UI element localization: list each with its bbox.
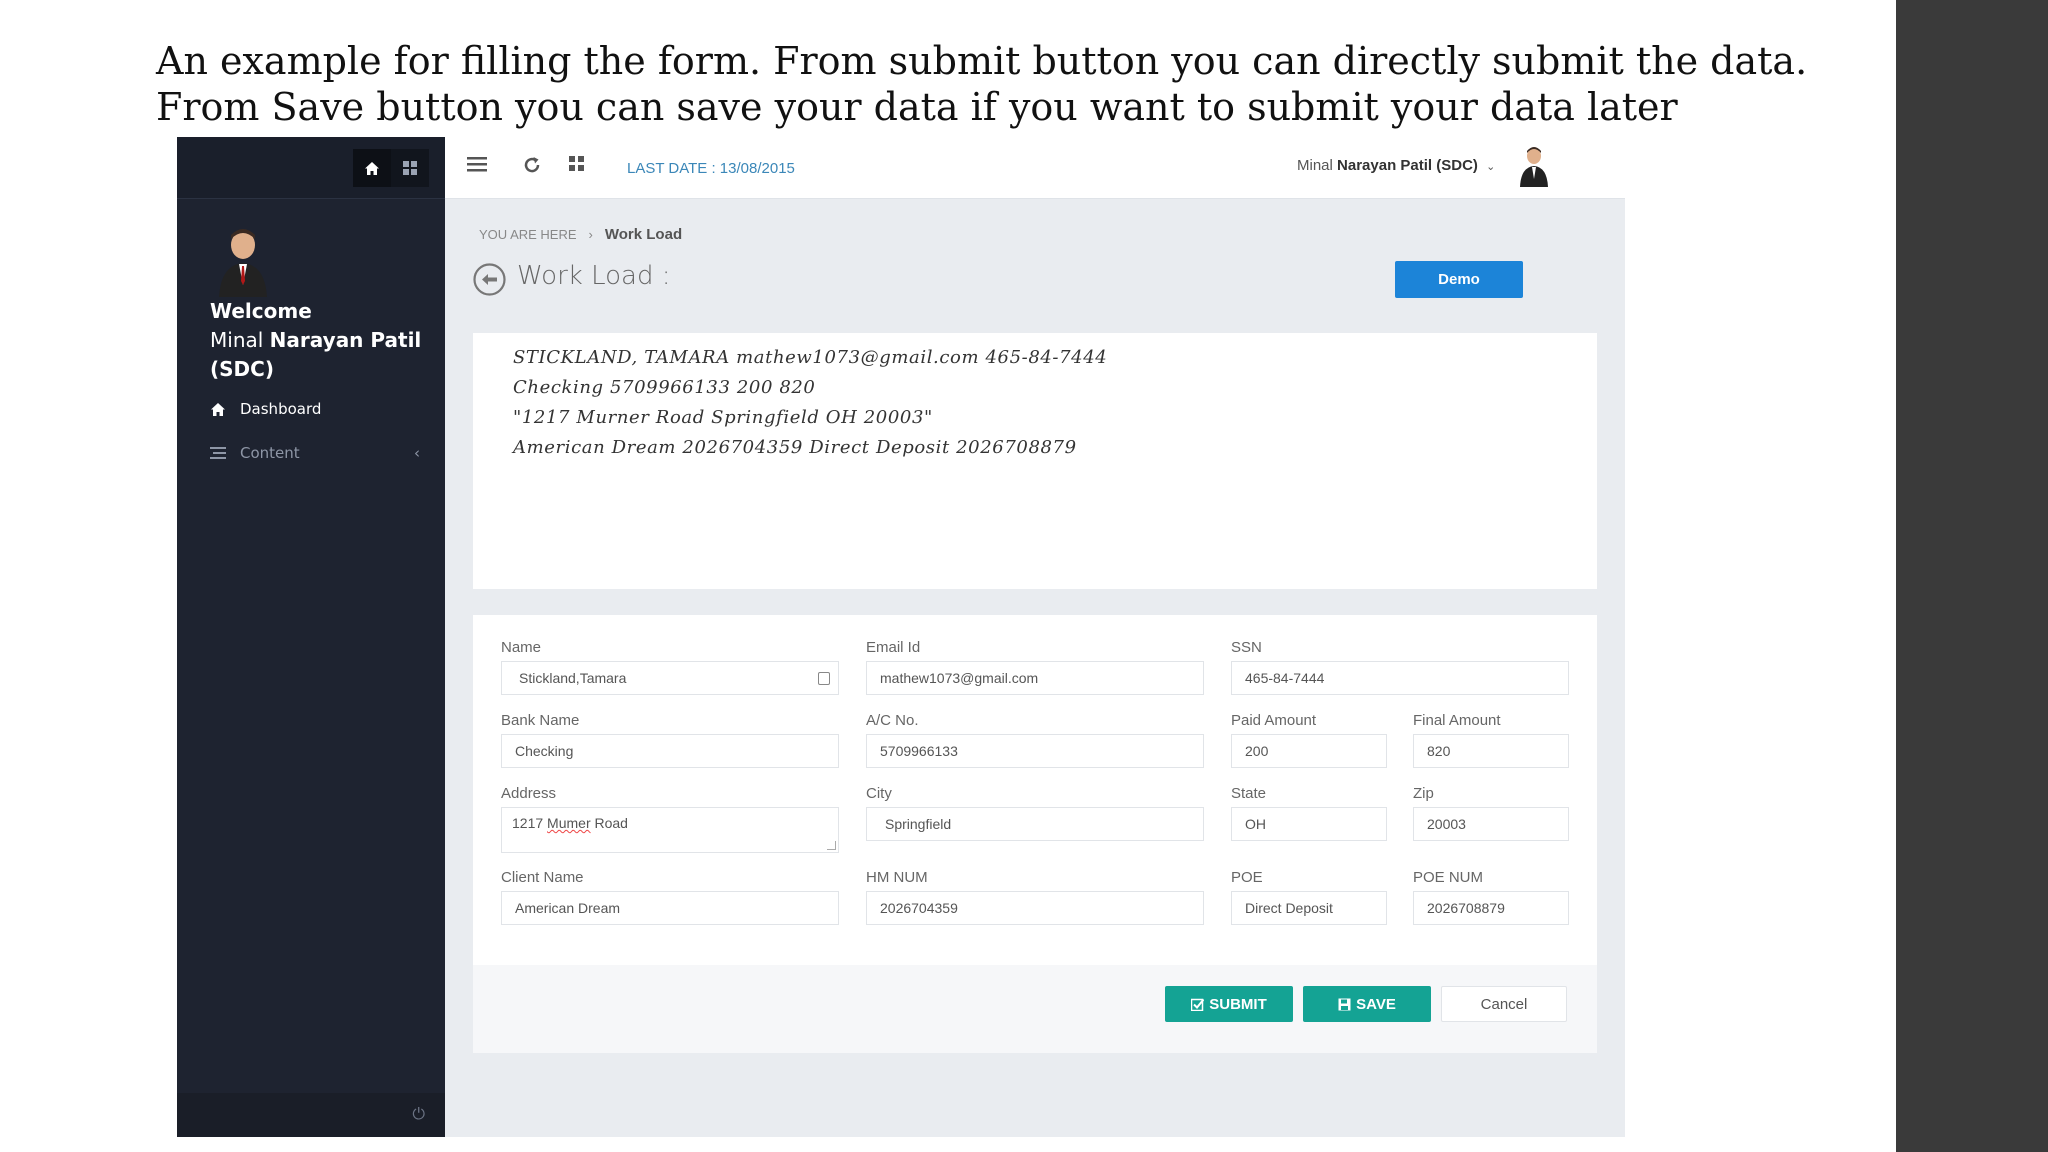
name-value: Stickland,Tamara — [519, 670, 627, 686]
cancel-button[interactable]: Cancel — [1441, 986, 1567, 1022]
power-icon[interactable]: ⏻ — [412, 1106, 425, 1124]
email-field[interactable]: mathew1073@gmail.com — [866, 661, 1204, 695]
chevron-right-icon: › — [588, 227, 593, 242]
bank-name-label: Bank Name — [501, 712, 580, 729]
user-menu-rest: Narayan Patil (SDC) — [1337, 157, 1478, 174]
demo-button[interactable]: Demo — [1395, 261, 1523, 298]
slide-caption: An example for filling the form. From su… — [156, 38, 1807, 130]
client-name-field[interactable]: American Dream — [501, 891, 839, 925]
state-field[interactable]: OH — [1231, 807, 1387, 841]
account-number-field[interactable]: 5709966133 — [866, 734, 1204, 768]
save-button[interactable]: SAVE — [1303, 986, 1431, 1022]
sidebar-nav: Dashboard Content ‹ — [210, 387, 420, 475]
zip-label: Zip — [1413, 785, 1434, 802]
name-label: Name — [501, 639, 542, 656]
handwriting-line-2: Checking 5709966133 200 820 — [513, 377, 816, 398]
paid-amount-label: Paid Amount — [1231, 712, 1317, 729]
bank-name-field[interactable]: Checking — [501, 734, 839, 768]
account-number-label: A/C No. — [866, 712, 919, 729]
ssn-label: SSN — [1231, 639, 1262, 656]
welcome-block: Welcome Minal Narayan Patil (SDC) — [210, 297, 421, 384]
refresh-icon[interactable] — [523, 156, 541, 179]
menu-icon[interactable] — [467, 156, 487, 178]
sidebar-item-label: Dashboard — [240, 400, 322, 418]
floppy-disk-icon — [1338, 998, 1351, 1010]
poe-num-label: POE NUM — [1413, 869, 1484, 886]
avatar — [213, 225, 273, 297]
breadcrumb-prefix: YOU ARE HERE — [479, 227, 577, 242]
submit-button[interactable]: SUBMIT — [1165, 986, 1293, 1022]
sidebar-footer: ⏻ — [177, 1093, 445, 1137]
handwriting-line-4: American Dream 2026704359 Direct Deposit… — [513, 437, 1077, 458]
breadcrumb-current[interactable]: Work Load — [605, 226, 682, 243]
caption-line-1: An example for filling the form. From su… — [156, 39, 1808, 83]
state-label: State — [1231, 785, 1267, 802]
page-title: Work Load : — [517, 261, 671, 291]
back-arrow-icon[interactable] — [473, 263, 506, 296]
user-menu-first: Minal — [1297, 157, 1333, 174]
workload-form: Name Stickland,Tamara Email Id mathew107… — [473, 615, 1597, 965]
home-icon — [210, 402, 240, 417]
top-bar: LAST DATE : 13/08/2015 Minal Narayan Pat… — [445, 137, 1625, 199]
final-amount-label: Final Amount — [1413, 712, 1501, 729]
chevron-left-icon: ‹ — [414, 444, 420, 462]
save-label: SAVE — [1356, 995, 1396, 1013]
poe-num-field[interactable]: 2026708879 — [1413, 891, 1569, 925]
welcome-user-rest: Narayan Patil — [269, 328, 422, 352]
client-name-label: Client Name — [501, 869, 584, 886]
handwriting-line-3: "1217 Murner Road Springfield OH 20003" — [513, 407, 933, 428]
address-value-pre: 1217 — [512, 815, 548, 831]
email-label: Email Id — [866, 639, 921, 656]
city-label: City — [866, 785, 892, 802]
zip-field[interactable]: 20003 — [1413, 807, 1569, 841]
name-field[interactable]: Stickland,Tamara — [501, 661, 839, 695]
sidebar: Welcome Minal Narayan Patil (SDC) Dashbo… — [177, 137, 445, 1137]
address-value-post: Road — [590, 815, 628, 831]
breadcrumb: YOU ARE HERE › Work Load — [479, 226, 682, 243]
sidebar-item-content[interactable]: Content ‹ — [210, 431, 420, 475]
welcome-user: Minal Narayan Patil — [210, 326, 421, 355]
sidebar-item-label: Content — [240, 444, 300, 462]
grid-icon[interactable] — [391, 149, 429, 187]
sidebar-top-bar — [177, 137, 445, 199]
ssn-field[interactable]: 465-84-7444 — [1231, 661, 1569, 695]
home-icon[interactable] — [353, 149, 391, 187]
slide-side-bar — [1896, 0, 2048, 1152]
sidebar-view-switch — [353, 149, 429, 187]
welcome-user-code: (SDC) — [210, 357, 274, 381]
welcome-user-first: Minal — [210, 328, 264, 352]
app-window: Welcome Minal Narayan Patil (SDC) Dashbo… — [177, 137, 1625, 1137]
poe-label: POE — [1231, 869, 1263, 886]
user-menu[interactable]: Minal Narayan Patil (SDC) ⌄ — [1297, 157, 1495, 174]
welcome-label: Welcome — [210, 299, 312, 323]
user-avatar[interactable] — [1517, 145, 1551, 187]
contact-card-icon[interactable] — [818, 672, 830, 685]
paid-amount-field[interactable]: 200 — [1231, 734, 1387, 768]
poe-field[interactable]: Direct Deposit — [1231, 891, 1387, 925]
sidebar-item-dashboard[interactable]: Dashboard — [210, 387, 420, 431]
last-date: LAST DATE : 13/08/2015 — [627, 160, 795, 177]
apps-grid-icon[interactable] — [569, 156, 584, 176]
address-value-misspelled: Mumer — [547, 815, 591, 831]
hm-num-field[interactable]: 2026704359 — [866, 891, 1204, 925]
handwritten-sample-panel: STICKLAND, TAMARA mathew1073@gmail.com 4… — [473, 333, 1597, 589]
form-actions: SUBMIT SAVE Cancel — [473, 965, 1597, 1053]
hm-num-label: HM NUM — [866, 869, 928, 886]
city-field[interactable]: Springfield — [866, 807, 1204, 841]
check-square-icon — [1191, 998, 1205, 1011]
list-icon — [210, 446, 240, 460]
resize-handle-icon[interactable] — [827, 841, 836, 850]
final-amount-field[interactable]: 820 — [1413, 734, 1569, 768]
chevron-down-icon: ⌄ — [1486, 161, 1496, 173]
caption-line-2: From Save button you can save your data … — [156, 85, 1678, 129]
address-field[interactable]: 1217 Mumer Road — [501, 807, 839, 853]
handwriting-line-1: STICKLAND, TAMARA mathew1073@gmail.com 4… — [513, 347, 1108, 368]
submit-label: SUBMIT — [1209, 995, 1267, 1013]
address-label: Address — [501, 785, 557, 802]
